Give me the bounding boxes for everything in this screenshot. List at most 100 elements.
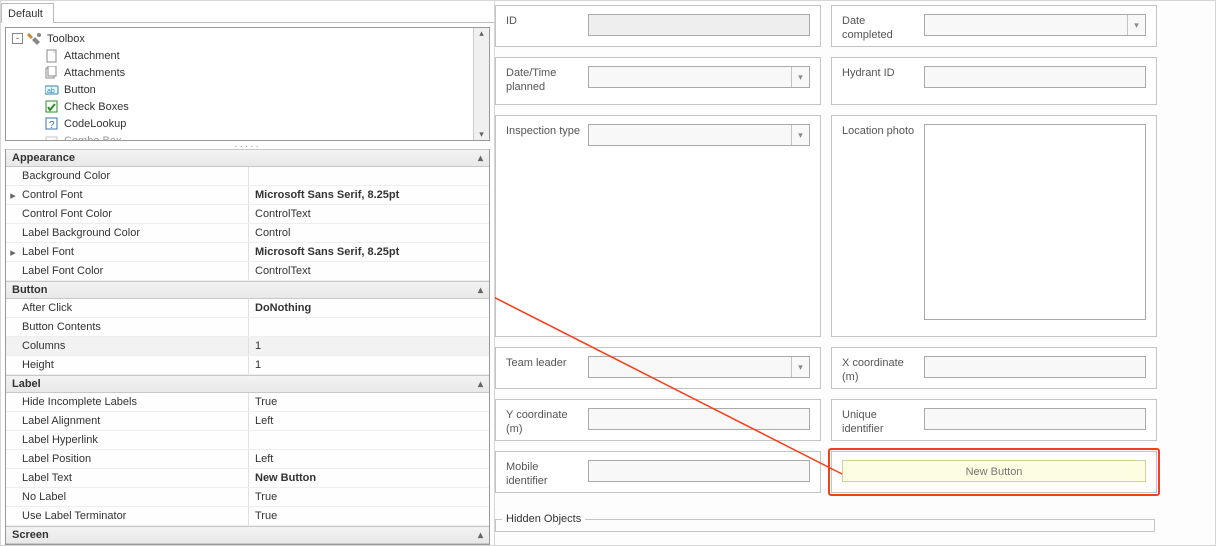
property-value[interactable]: 1 <box>248 337 489 355</box>
field-input-y-coord[interactable] <box>588 408 810 430</box>
property-row[interactable]: Use Label TerminatorTrue <box>6 507 489 526</box>
field-input-hydrant-id[interactable] <box>924 66 1146 88</box>
field-label-team-leader: Team leader <box>506 356 588 370</box>
field-input-date-completed[interactable]: ▾ <box>924 14 1146 36</box>
property-value[interactable]: Microsoft Sans Serif, 8.25pt <box>248 243 489 261</box>
toolbox-scrollbar[interactable]: ▴ ▾ <box>473 28 489 140</box>
field-input-unique-id[interactable] <box>924 408 1146 430</box>
expand-icon[interactable]: ▸ <box>6 189 20 202</box>
field-input-id[interactable] <box>588 14 810 36</box>
tab-default[interactable]: Default <box>1 3 54 23</box>
property-name: After Click <box>20 302 248 314</box>
dropdown-icon[interactable]: ▾ <box>791 125 809 145</box>
collapse-icon[interactable]: - <box>12 33 23 44</box>
property-name: Control Font Color <box>20 208 248 220</box>
toolbox-item-combobox[interactable]: Combo Box <box>8 132 473 140</box>
toolbox-item-attachment[interactable]: Attachment <box>8 47 473 64</box>
property-row[interactable]: No LabelTrue <box>6 488 489 507</box>
field-input-team-leader[interactable]: ▾ <box>588 356 810 378</box>
svg-text:ab: ab <box>47 88 55 95</box>
field-input-inspection-type[interactable]: ▾ <box>588 124 810 146</box>
property-row[interactable]: Label PositionLeft <box>6 450 489 469</box>
property-value[interactable] <box>248 431 489 449</box>
splitter[interactable]: ····· <box>5 141 490 149</box>
property-row[interactable]: Height1 <box>6 356 489 375</box>
property-row[interactable]: Background Color <box>6 167 489 186</box>
property-name: Label Hyperlink <box>20 434 248 446</box>
toolbox-item-attachments[interactable]: Attachments <box>8 64 473 81</box>
property-value[interactable]: True <box>248 507 489 525</box>
field-label-unique-id: Unique identifier <box>842 408 924 436</box>
toolbox-item-label: Attachments <box>64 67 125 79</box>
combobox-icon <box>44 133 60 141</box>
property-value[interactable]: True <box>248 393 489 411</box>
property-value[interactable]: Left <box>248 412 489 430</box>
property-value[interactable]: ControlText <box>248 262 489 280</box>
toolbox-item-codelookup[interactable]: ? CodeLookup <box>8 115 473 132</box>
field-label-inspection-type: Inspection type <box>506 124 588 138</box>
svg-text:?: ? <box>49 120 55 131</box>
property-value[interactable]: True <box>248 488 489 506</box>
property-name: Label Position <box>20 453 248 465</box>
toolbox-item-checkboxes[interactable]: Check Boxes <box>8 98 473 115</box>
checkbox-icon <box>44 99 60 115</box>
property-value[interactable]: DoNothing <box>248 299 489 317</box>
property-name: Label Text <box>20 472 248 484</box>
property-value[interactable]: Microsoft Sans Serif, 8.25pt <box>248 186 489 204</box>
property-category-screen[interactable]: Screen▴ <box>6 526 489 544</box>
property-row[interactable]: After ClickDoNothing <box>6 299 489 318</box>
property-name: Control Font <box>20 189 248 201</box>
property-row[interactable]: Columns1 <box>6 337 489 356</box>
field-input-x-coord[interactable] <box>924 356 1146 378</box>
toolbox-root[interactable]: - Toolbox <box>8 30 473 47</box>
toolbox-item-label: Attachment <box>64 50 120 62</box>
scroll-up-icon[interactable]: ▴ <box>479 28 484 39</box>
property-name: Height <box>20 359 248 371</box>
property-name: Label Font Color <box>20 265 248 277</box>
field-label-x-coord: X coordinate (m) <box>842 356 924 384</box>
property-name: Button Contents <box>20 321 248 333</box>
property-value[interactable]: Left <box>248 450 489 468</box>
dropdown-icon[interactable]: ▾ <box>791 357 809 377</box>
property-row[interactable]: Label Background ColorControl <box>6 224 489 243</box>
property-row[interactable]: Label AlignmentLeft <box>6 412 489 431</box>
property-row[interactable]: ▸Control FontMicrosoft Sans Serif, 8.25p… <box>6 186 489 205</box>
file-icon <box>44 48 60 64</box>
property-row[interactable]: Button Contents <box>6 318 489 337</box>
property-name: Background Color <box>20 170 248 182</box>
toolbox-item-button[interactable]: ab Button <box>8 81 473 98</box>
property-row[interactable]: ▸Label FontMicrosoft Sans Serif, 8.25pt <box>6 243 489 262</box>
field-input-mobile-id[interactable] <box>588 460 810 482</box>
property-name: Label Background Color <box>20 227 248 239</box>
toolbox-item-label: Combo Box <box>64 135 121 141</box>
files-icon <box>44 65 60 81</box>
property-category-label[interactable]: Label▴ <box>6 375 489 393</box>
field-input-datetime-planned[interactable]: ▾ <box>588 66 810 88</box>
property-value[interactable]: ControlText <box>248 205 489 223</box>
chevron-up-icon: ▴ <box>478 530 483 541</box>
help-icon: ? <box>44 116 60 132</box>
scroll-down-icon[interactable]: ▾ <box>479 129 484 140</box>
property-value[interactable]: 1 <box>248 356 489 374</box>
property-row[interactable]: Label Hyperlink <box>6 431 489 450</box>
field-label-datetime-planned: Date/Time planned <box>506 66 588 94</box>
property-row[interactable]: Control Font ColorControlText <box>6 205 489 224</box>
new-button-control[interactable]: New Button <box>842 460 1146 482</box>
field-label-date-completed: Date completed <box>842 14 924 42</box>
property-value[interactable] <box>248 167 489 185</box>
field-photo-box[interactable] <box>924 124 1146 320</box>
dropdown-icon[interactable]: ▾ <box>1127 15 1145 35</box>
property-name: No Label <box>20 491 248 503</box>
property-category-appearance[interactable]: Appearance▴ <box>6 149 489 167</box>
chevron-up-icon: ▴ <box>478 379 483 390</box>
property-category-button[interactable]: Button▴ <box>6 281 489 299</box>
dropdown-icon[interactable]: ▾ <box>791 67 809 87</box>
property-row[interactable]: Label TextNew Button <box>6 469 489 488</box>
button-icon: ab <box>44 82 60 98</box>
property-row[interactable]: Label Font ColorControlText <box>6 262 489 281</box>
property-value[interactable] <box>248 318 489 336</box>
property-row[interactable]: Hide Incomplete LabelsTrue <box>6 393 489 412</box>
expand-icon[interactable]: ▸ <box>6 246 20 259</box>
property-value[interactable]: New Button <box>248 469 489 487</box>
property-value[interactable]: Control <box>248 224 489 242</box>
